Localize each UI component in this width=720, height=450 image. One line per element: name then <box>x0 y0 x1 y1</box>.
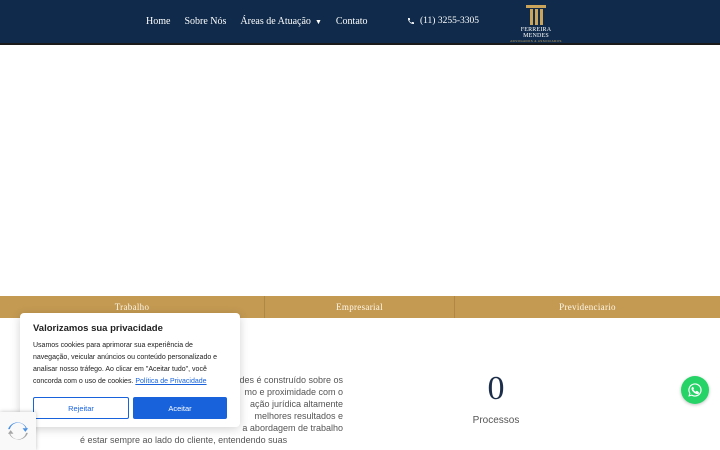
page: Home Sobre Nós Áreas de Atuação ▼ Contat… <box>0 0 720 450</box>
stat-label: Processos <box>472 415 520 426</box>
cookie-buttons: Rejeitar Aceitar <box>33 397 227 419</box>
logo-tagline: ADVOGADOS & ASSOCIADOS <box>510 39 562 43</box>
accept-button[interactable]: Aceitar <box>133 397 227 419</box>
nav-home[interactable]: Home <box>146 16 170 27</box>
stat-counter: 0 <box>487 370 505 407</box>
cookie-consent-banner: Valorizamos sua privacidade Usamos cooki… <box>20 313 240 427</box>
practice-tab-previdenciario[interactable]: Previdenciario <box>455 296 720 318</box>
cookie-body: Usamos cookies para aprimorar sua experi… <box>33 340 227 388</box>
privacy-policy-link[interactable]: Política de Privacidade <box>135 378 206 385</box>
logo[interactable]: FERREIRA MENDES ADVOGADOS & ASSOCIADOS <box>508 5 564 43</box>
chevron-down-icon: ▼ <box>314 17 322 26</box>
nav-contato[interactable]: Contato <box>336 16 368 27</box>
about-line: é estar sempre ao lado do cliente, enten… <box>80 435 288 445</box>
whatsapp-icon <box>688 383 702 397</box>
logo-column-cap <box>526 5 546 8</box>
cookie-title: Valorizamos sua privacidade <box>33 323 163 334</box>
nav-sobre-nos[interactable]: Sobre Nós <box>184 16 226 27</box>
whatsapp-button[interactable] <box>681 376 709 404</box>
recaptcha-badge[interactable] <box>0 412 36 450</box>
phone-number: (11) 3255-3305 <box>420 16 480 26</box>
main-nav: Home Sobre Nós Áreas de Atuação ▼ Contat… <box>146 16 382 27</box>
practice-tab-empresarial[interactable]: Empresarial <box>265 296 455 318</box>
phone-link[interactable]: (11) 3255-3305 <box>407 16 479 26</box>
logo-columns-icon <box>508 9 564 25</box>
logo-name: FERREIRA MENDES <box>520 27 552 39</box>
recaptcha-icon <box>7 422 29 440</box>
phone-icon <box>408 18 414 24</box>
site-header: Home Sobre Nós Áreas de Atuação ▼ Contat… <box>0 0 720 45</box>
nav-areas-de-atuacao[interactable]: Áreas de Atuação ▼ <box>240 16 321 27</box>
reject-button[interactable]: Rejeitar <box>33 397 129 419</box>
nav-areas-label: Áreas de Atuação <box>240 16 311 27</box>
